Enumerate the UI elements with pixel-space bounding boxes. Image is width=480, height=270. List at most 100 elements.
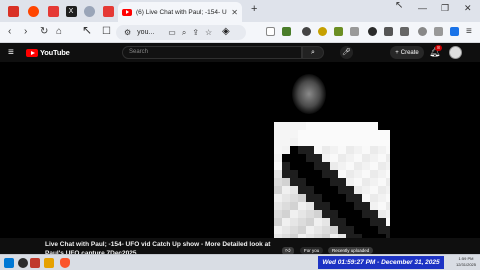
pixel-block [330,194,338,202]
pixel-block [346,138,354,146]
new-tab-button[interactable]: + [251,3,257,15]
pixel-block [370,170,378,178]
pixel-block [298,178,306,186]
extensions-puzzle-icon[interactable] [400,27,409,36]
cast-icon[interactable]: ▭ [168,28,176,37]
brave-shield-icon[interactable]: ◈ [222,26,230,38]
system-clock[interactable]: 1:59 PM 12/31/2025 [452,256,480,267]
reload-icon[interactable]: ↻ [40,26,48,38]
youtube-logo[interactable]: YouTube [26,48,70,57]
menu-icon[interactable]: ≡ [466,26,472,38]
pixel-block [298,170,306,178]
notification-count-badge: 8 [435,45,442,51]
pinned-tab-4[interactable]: X [62,2,80,20]
minimize-button[interactable]: — [418,3,427,13]
pinned-tab-1[interactable] [4,2,22,20]
address-bar-text[interactable]: you... [137,29,154,36]
extension-5-icon[interactable] [334,27,343,36]
share-icon[interactable]: ⇪ [192,28,199,37]
pixel-block [306,122,314,130]
pixel-block [386,178,390,186]
extension-4-icon[interactable] [318,27,327,36]
pixel-block [386,162,390,170]
pixel-block [370,138,378,146]
pixel-block [314,138,322,146]
pixel-block [338,210,346,218]
pixel-block [298,226,306,234]
pixel-block [306,130,314,138]
pinned-tab-6[interactable] [99,2,117,20]
hamburger-menu-icon[interactable]: ≡ [8,47,14,58]
extension-7-icon[interactable] [368,27,377,36]
back-icon[interactable]: ‹ [8,26,11,38]
pixel-block [346,146,354,154]
create-button[interactable]: + Create [390,46,424,59]
pixel-block [330,218,338,226]
pinned-tab-5[interactable] [80,2,98,20]
active-tab[interactable]: (6) Live Chat with Paul; -154- UFO ✕ [118,2,242,22]
pixel-block [274,162,282,170]
voice-search-button[interactable]: 🎤︎ [340,46,353,59]
pixel-block [370,130,378,138]
search-input[interactable]: Search [122,46,302,59]
pixel-block [282,218,290,226]
pixel-block [338,178,346,186]
pixel-block [314,194,322,202]
extension-6-icon[interactable] [350,27,359,36]
download-icon[interactable] [434,27,443,36]
taskbar-app-1-icon[interactable] [18,258,28,268]
account-avatar[interactable] [449,46,462,59]
dark-mode-icon[interactable] [384,27,393,36]
zoom-icon[interactable]: ⌕ [182,28,186,38]
blank-tab-icon [83,5,95,17]
extension-2-icon[interactable] [282,27,291,36]
pixel-block [330,138,338,146]
pixel-block [338,154,346,162]
pixel-block [274,146,282,154]
chip-recently-uploaded[interactable]: Recently uploaded [328,247,374,254]
pixel-block [370,146,378,154]
pixel-block [370,218,378,226]
site-info-icon[interactable]: ⚙ [124,28,131,37]
video-player[interactable] [0,62,480,238]
profile-icon[interactable] [418,27,427,36]
pixel-block [370,226,378,234]
taskbar-app-2-icon[interactable] [30,258,40,268]
start-icon[interactable] [4,258,14,268]
browser-tab-strip: X (6) Live Chat with Paul; -154- UFO ✕ +… [0,0,480,22]
pixel-block [290,178,298,186]
pinned-tab-3[interactable] [44,2,62,20]
restore-button[interactable]: ❐ [441,3,449,14]
chip-for-you[interactable]: For you [300,247,324,254]
pixel-block [338,138,346,146]
clock-overlay-banner: Wed 01:59:27 PM - December 31, 2025 [318,256,444,269]
pinned-tab-2[interactable] [24,2,42,20]
file-explorer-icon[interactable] [44,258,54,268]
tab-close-icon[interactable]: ✕ [231,8,238,17]
youtube-masthead: ≡ YouTube Search ⌕ 🎤︎ + Create 🔔︎ 8 [0,44,480,62]
forward-icon[interactable]: › [24,26,27,38]
extension-1-icon[interactable] [266,27,275,36]
pixel-block [282,138,290,146]
pixel-block [314,170,322,178]
pixel-block [330,186,338,194]
pixel-block [282,194,290,202]
home-icon[interactable]: ⌂ [56,26,62,38]
pixel-block [290,226,298,234]
bookmark-icon[interactable]: ☐ [102,26,111,38]
brave-browser-icon[interactable] [60,258,70,268]
pixel-block [306,210,314,218]
star-icon[interactable]: ☆ [205,28,212,37]
window-close-button[interactable]: ✕ [464,3,472,14]
pixel-block [346,154,354,162]
pixel-block [370,162,378,170]
pixel-block [362,154,370,162]
extension-8-icon[interactable] [450,27,459,36]
pixel-block [290,186,298,194]
active-tab-title: (6) Live Chat with Paul; -154- UFO [136,8,228,16]
pixel-block [274,170,282,178]
search-button[interactable]: ⌕ [302,46,324,59]
pixel-block [306,186,314,194]
extension-3-icon[interactable] [302,27,311,36]
pixel-block [330,170,338,178]
